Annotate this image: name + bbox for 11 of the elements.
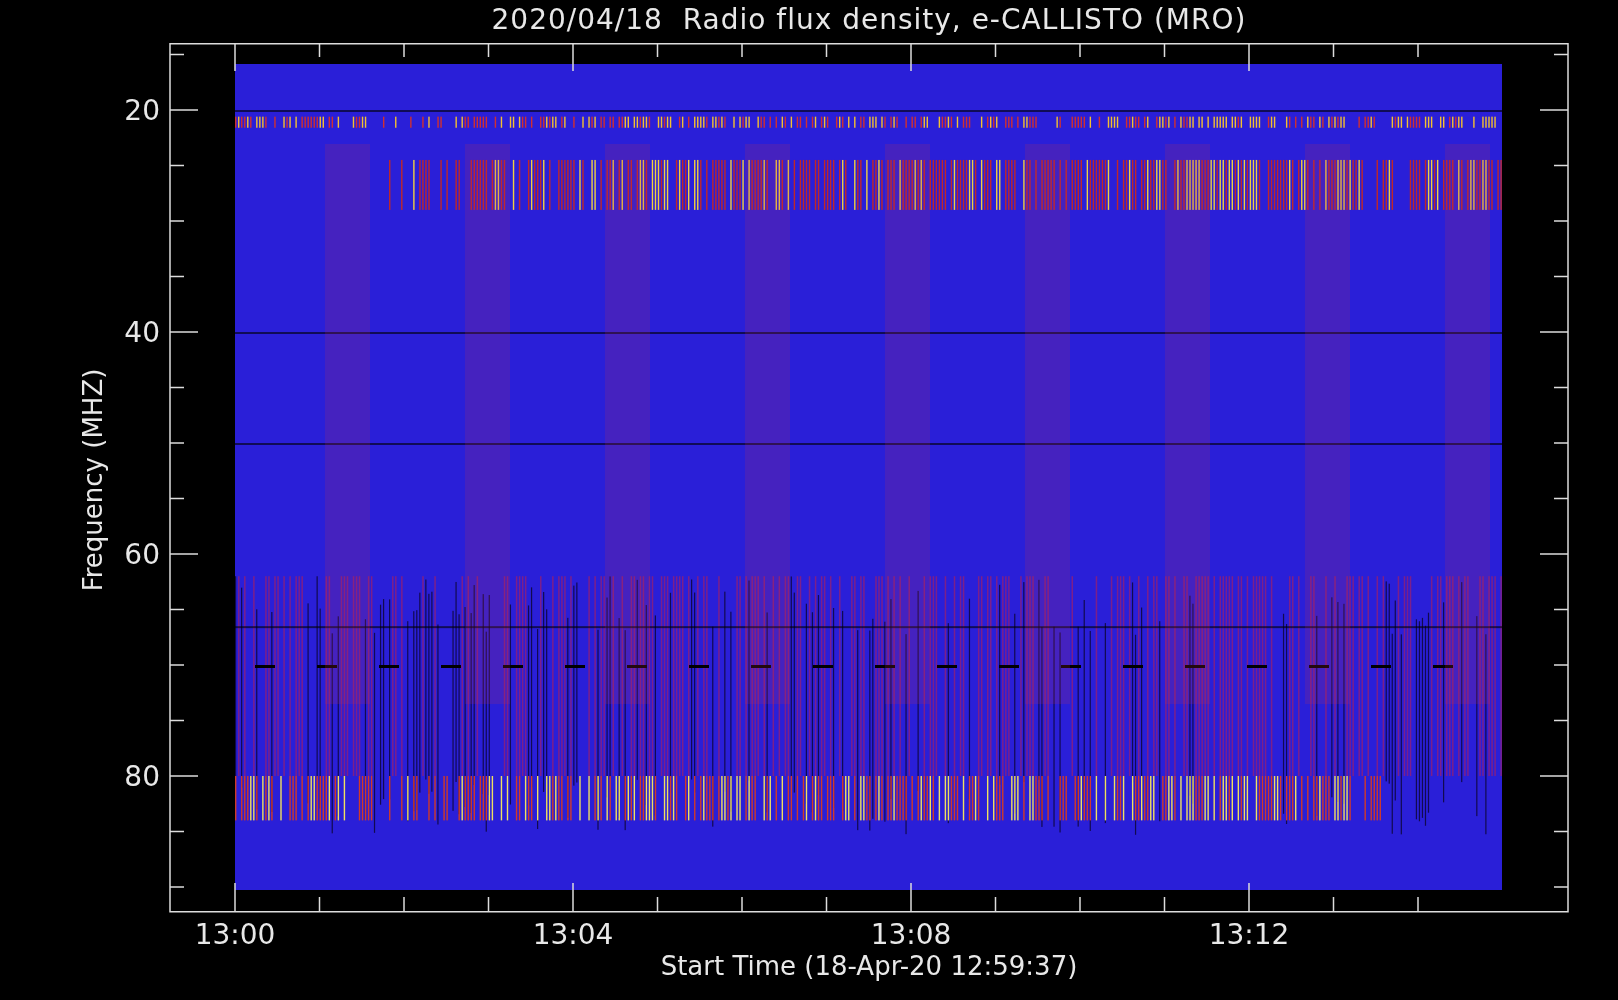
x-tick-label: 13:08 bbox=[870, 918, 952, 951]
y-axis-label: Frequency (MHZ) bbox=[78, 368, 108, 592]
y-tick-label: 20 bbox=[124, 94, 160, 127]
y-tick-label: 40 bbox=[124, 316, 160, 349]
x-axis-label: Start Time (18-Apr-20 12:59:37) bbox=[660, 951, 1078, 981]
chart-title: 2020/04/18 Radio flux density, e-CALLISTO (MRO) bbox=[491, 2, 1247, 38]
x-tick-label: 13:12 bbox=[1208, 918, 1290, 951]
x-tick-label: 13:04 bbox=[532, 918, 614, 951]
y-tick-label: 80 bbox=[124, 760, 160, 793]
y-tick-label: 60 bbox=[124, 538, 160, 571]
x-tick-label: 13:00 bbox=[194, 918, 276, 951]
